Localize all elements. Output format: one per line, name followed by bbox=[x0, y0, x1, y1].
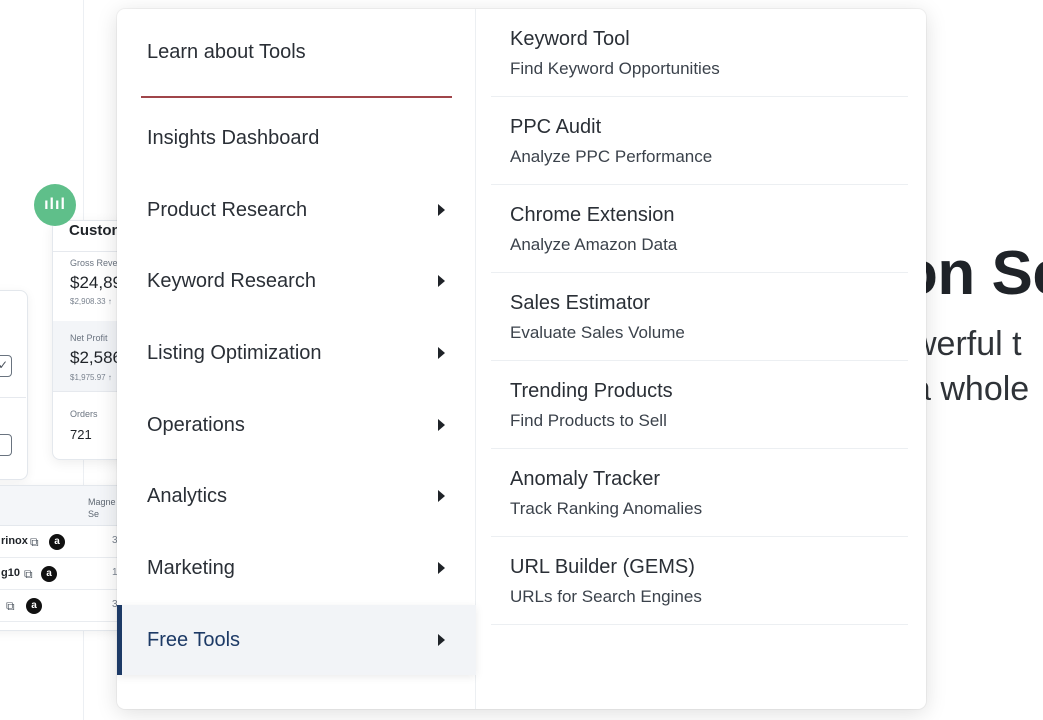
menu-item-label: Free Tools bbox=[147, 628, 241, 651]
product-name: g10 bbox=[1, 567, 20, 579]
tool-title: PPC Audit bbox=[510, 116, 602, 138]
tool-subtitle: Analyze Amazon Data bbox=[510, 235, 678, 254]
menu-item-label: Operations bbox=[147, 413, 245, 436]
amazon-icon[interactable]: a bbox=[49, 534, 65, 550]
tool-anomaly-tracker[interactable]: Anomaly Tracker Track Ranking Anomalies bbox=[491, 449, 908, 537]
external-link-icon[interactable]: ⧉ bbox=[6, 599, 15, 614]
metric-sub: $2,908.33 ↑ bbox=[70, 297, 112, 306]
menu-item-listing-optimization[interactable]: Listing Optimization bbox=[117, 318, 476, 388]
learn-about-tools-link[interactable]: Learn about Tools bbox=[147, 41, 306, 64]
metric-label: Net Profit bbox=[70, 333, 108, 343]
metrics-card-title: Custon bbox=[69, 222, 121, 239]
menu-item-label: Insights Dashboard bbox=[147, 126, 320, 149]
tool-url-builder[interactable]: URL Builder (GEMS) URLs for Search Engin… bbox=[491, 537, 908, 625]
tool-keyword-tool[interactable]: Keyword Tool Find Keyword Opportunities bbox=[491, 9, 908, 97]
section-divider bbox=[141, 96, 452, 98]
external-link-icon[interactable]: ⧉ bbox=[24, 567, 33, 582]
menu-item-label: Product Research bbox=[147, 198, 308, 221]
tool-subtitle: Find Keyword Opportunities bbox=[510, 59, 720, 78]
tool-subtitle: URLs for Search Engines bbox=[510, 587, 702, 606]
tools-dropdown-menu: Learn about Tools Insights Dashboard Pro… bbox=[117, 9, 926, 709]
tool-title: Chrome Extension bbox=[510, 204, 675, 226]
menu-item-analytics[interactable]: Analytics bbox=[117, 461, 476, 531]
chevron-right-icon bbox=[438, 562, 445, 574]
metric-value: $2,586 bbox=[70, 348, 122, 367]
metric-value: $24,89 bbox=[70, 273, 122, 292]
metric-label: Orders bbox=[70, 409, 98, 419]
tool-trending-products[interactable]: Trending Products Find Products to Sell bbox=[491, 361, 908, 449]
amazon-icon[interactable]: a bbox=[26, 598, 42, 614]
menu-item-marketing[interactable]: Marketing bbox=[117, 533, 476, 603]
menu-item-label: Marketing bbox=[147, 556, 235, 579]
tool-subtitle: Analyze PPC Performance bbox=[510, 147, 713, 166]
external-link-icon[interactable]: ⧉ bbox=[30, 535, 39, 550]
menu-item-operations[interactable]: Operations bbox=[117, 390, 476, 460]
chevron-right-icon bbox=[438, 634, 445, 646]
metric-value: 721 bbox=[70, 427, 92, 442]
metric-sub: $1,975.97 ↑ bbox=[70, 373, 112, 382]
chevron-right-icon bbox=[438, 347, 445, 359]
tool-sales-estimator[interactable]: Sales Estimator Evaluate Sales Volume bbox=[491, 273, 908, 361]
menu-item-label: Keyword Research bbox=[147, 269, 316, 292]
bar-chart-icon: ılıl bbox=[34, 184, 76, 226]
menu-item-label: Listing Optimization bbox=[147, 341, 322, 364]
hero-subtitle-line-1: werful t bbox=[912, 325, 1022, 363]
tool-subtitle: Evaluate Sales Volume bbox=[510, 323, 685, 342]
amazon-icon[interactable]: a bbox=[41, 566, 57, 582]
menu-categories: Learn about Tools Insights Dashboard Pro… bbox=[117, 9, 476, 709]
menu-item-label: Analytics bbox=[147, 484, 228, 507]
tool-chrome-extension[interactable]: Chrome Extension Analyze Amazon Data bbox=[491, 185, 908, 273]
chevron-right-icon bbox=[438, 490, 445, 502]
divider bbox=[0, 397, 26, 398]
tool-title: Trending Products bbox=[510, 380, 673, 402]
metric-label: Gross Reve bbox=[70, 258, 118, 268]
hero-subtitle-line-2: a whole bbox=[912, 370, 1030, 408]
chevron-right-icon bbox=[438, 275, 445, 287]
tool-title: Sales Estimator bbox=[510, 292, 651, 314]
table-header-label: Magne Se bbox=[88, 497, 116, 519]
menu-item-insights-dashboard[interactable]: Insights Dashboard bbox=[117, 103, 476, 173]
filter-checkbox-1[interactable]: ✓ bbox=[0, 355, 12, 377]
menu-item-keyword-research[interactable]: Keyword Research bbox=[117, 246, 476, 316]
product-name: rinox bbox=[1, 535, 28, 547]
tool-subtitle: Track Ranking Anomalies bbox=[510, 499, 703, 518]
active-indicator bbox=[117, 605, 122, 675]
tool-ppc-audit[interactable]: PPC Audit Analyze PPC Performance bbox=[491, 97, 908, 185]
edit-icon: ✓ bbox=[0, 358, 9, 372]
menu-item-product-research[interactable]: Product Research bbox=[117, 175, 476, 245]
tool-title: Anomaly Tracker bbox=[510, 468, 661, 490]
chevron-right-icon bbox=[438, 204, 445, 216]
tool-title: Keyword Tool bbox=[510, 28, 630, 50]
tool-subtitle: Find Products to Sell bbox=[510, 411, 667, 430]
filter-checkbox-2[interactable] bbox=[0, 434, 12, 456]
menu-item-free-tools[interactable]: Free Tools bbox=[117, 605, 476, 675]
tool-title: URL Builder (GEMS) bbox=[510, 556, 695, 578]
chevron-right-icon bbox=[438, 419, 445, 431]
